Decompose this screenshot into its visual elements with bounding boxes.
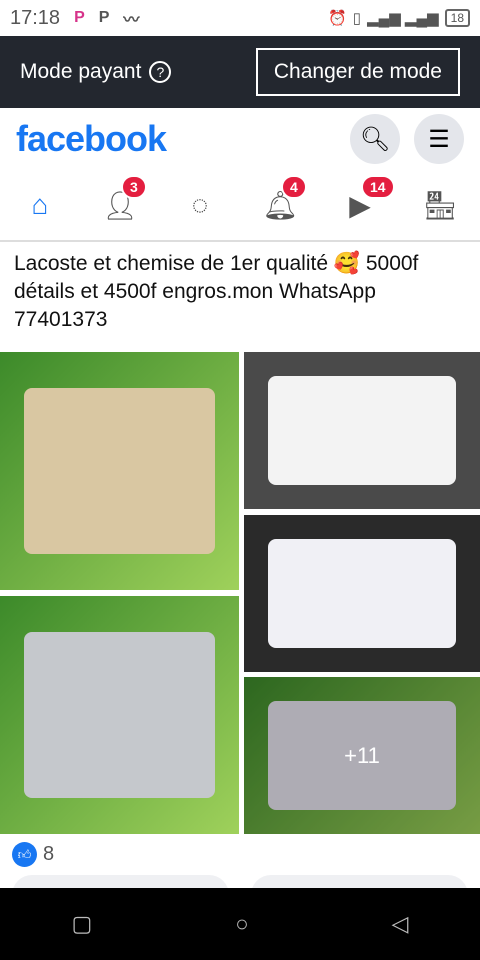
home-button[interactable]: ○ xyxy=(235,911,248,937)
reactions[interactable]: 👍︎ 8 xyxy=(0,834,480,875)
battery-icon: 18 xyxy=(444,9,470,27)
friends-badge: 3 xyxy=(121,174,147,199)
photo[interactable] xyxy=(0,596,239,834)
tab-friends[interactable]: 👤︎ 3 xyxy=(95,174,147,222)
tab-home[interactable]: ⌂ xyxy=(15,189,65,221)
vibrate-icon: ▯ xyxy=(352,10,362,27)
facebook-logo[interactable]: facebook xyxy=(16,118,167,160)
photo[interactable] xyxy=(0,352,239,590)
system-nav-bar: ▢ ○ ◁ xyxy=(0,888,480,960)
tab-bar: ⌂ 👤︎ 3 ◌ 🔔︎ 4 ▶ 14 🏪︎ xyxy=(0,170,480,242)
marketplace-icon: 🏪︎ xyxy=(422,189,458,221)
header: facebook 🔍︎ ☰ xyxy=(0,108,480,170)
photo[interactable] xyxy=(244,515,480,672)
help-icon[interactable]: ? xyxy=(149,61,172,83)
back-button[interactable]: ◁ xyxy=(392,911,409,937)
app-p-icon: P xyxy=(74,9,85,26)
status-bar: 17:18 P P 〰 ⏰ ▯ ▂▄▆ ▂▄▆ 18 xyxy=(0,0,480,36)
messenger-icon: ◌ xyxy=(191,189,209,220)
notifications-badge: 4 xyxy=(281,174,307,199)
reaction-count: 8 xyxy=(43,843,55,865)
tab-marketplace[interactable]: 🏪︎ xyxy=(415,189,465,222)
photo[interactable] xyxy=(244,352,480,509)
photo[interactable]: +11 xyxy=(244,677,480,834)
signal-icon: ▂▄▆ ▂▄▆ xyxy=(367,10,439,27)
home-icon: ⌂ xyxy=(31,189,49,220)
mode-label: Mode payant xyxy=(20,60,142,83)
search-icon[interactable]: 🔍︎ xyxy=(350,114,400,164)
more-photos-count[interactable]: +11 xyxy=(244,677,480,834)
tab-notifications[interactable]: 🔔︎ 4 xyxy=(255,174,307,222)
alarm-icon: ⏰ xyxy=(328,10,347,27)
change-mode-button[interactable]: Changer de mode xyxy=(255,48,460,96)
mode-bar: Mode payant ? Changer de mode xyxy=(0,36,480,108)
tab-video[interactable]: ▶ 14 xyxy=(335,174,395,222)
video-badge: 14 xyxy=(361,174,395,199)
menu-icon[interactable]: ☰ xyxy=(414,114,464,164)
like-reaction-icon: 👍︎ xyxy=(12,842,37,867)
photo-grid: +11 xyxy=(0,352,480,834)
activity-icon: 〰 xyxy=(123,12,140,29)
post-text: Lacoste et chemise de 1er qualité 🥰 5000… xyxy=(14,252,419,331)
app-publisher-icon: P xyxy=(98,9,110,26)
tab-messenger[interactable]: ◌ xyxy=(175,189,225,221)
clock: 17:18 xyxy=(10,6,61,29)
recents-button[interactable]: ▢ xyxy=(71,911,92,937)
